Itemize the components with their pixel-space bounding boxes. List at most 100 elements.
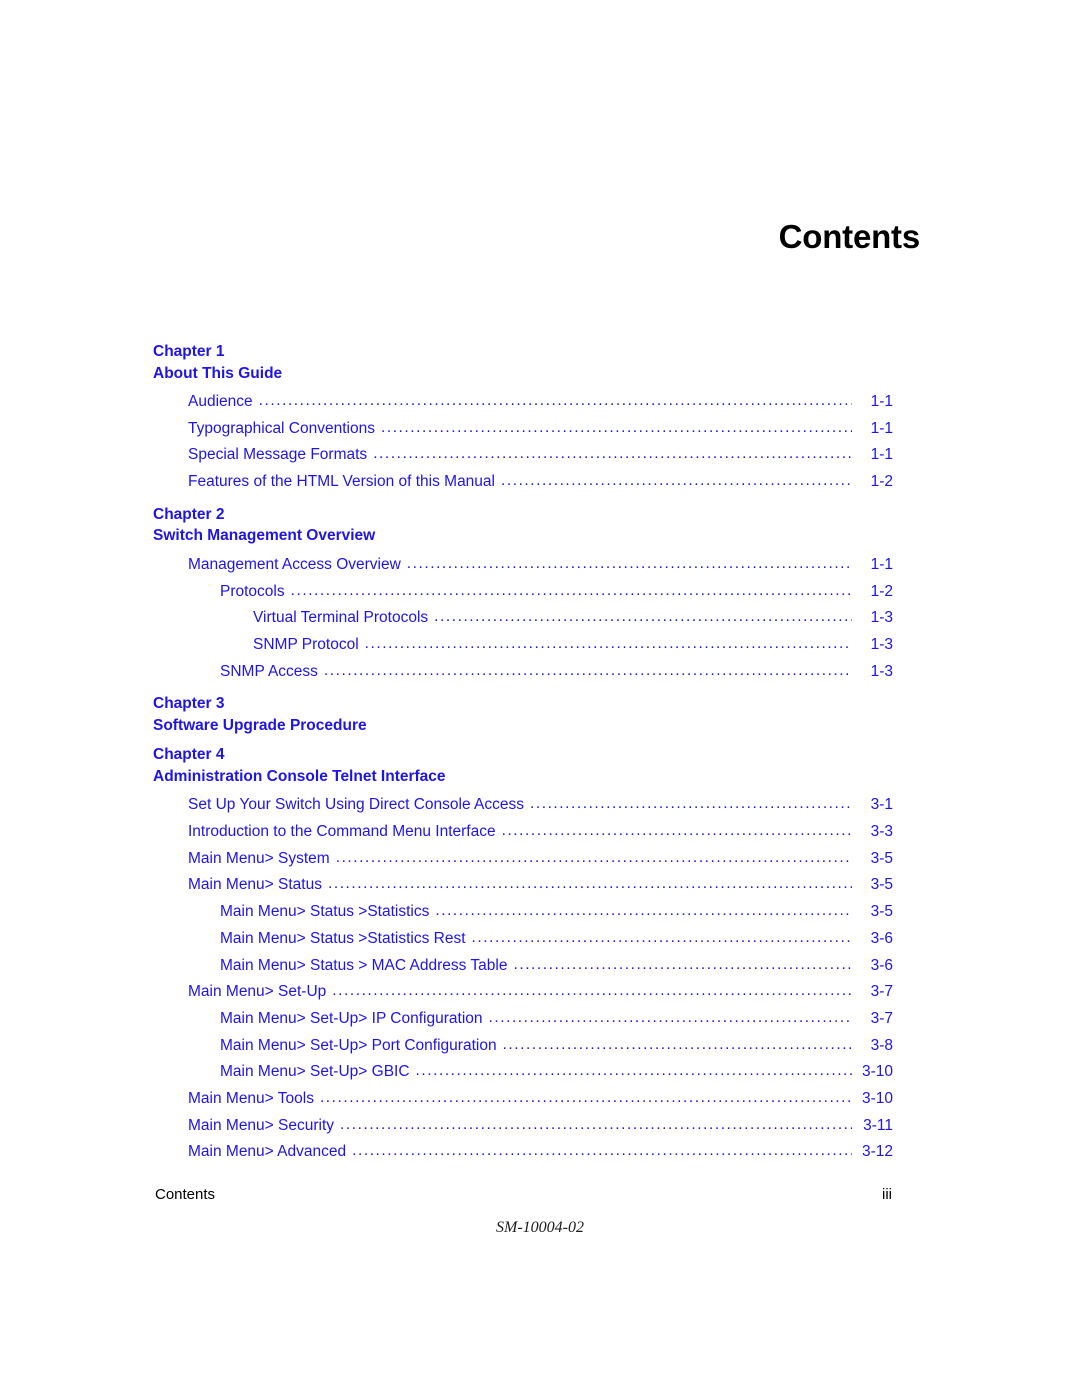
toc-entry[interactable]: Features of the HTML Version of this Man… bbox=[153, 469, 893, 496]
toc-entry-page-number: 1-3 bbox=[870, 662, 893, 680]
toc-entry-page-number: 3-1 bbox=[870, 796, 893, 814]
dot-leader: ........................................… bbox=[501, 472, 852, 490]
toc-entry-label: Special Message Formats bbox=[188, 446, 368, 464]
toc-entry-label: Protocols bbox=[220, 582, 285, 600]
toc-entry-page-number: 1-2 bbox=[870, 582, 893, 600]
toc-entry[interactable]: Special Message Formats.................… bbox=[153, 442, 893, 469]
toc-entry[interactable]: Virtual Terminal Protocols..............… bbox=[153, 605, 893, 632]
dot-leader: ........................................… bbox=[352, 1142, 852, 1160]
chapter-title-label: Software Upgrade Procedure bbox=[153, 716, 367, 734]
toc-entry-page-number: 3-5 bbox=[870, 903, 893, 921]
toc-entry-label: Main Menu> Tools bbox=[188, 1090, 314, 1108]
toc-entry[interactable]: Main Menu> Set-Up.......................… bbox=[153, 979, 893, 1006]
contents-page: Contents Chapter 1 About This Guide Audien… bbox=[0, 0, 1080, 1397]
toc-entry[interactable]: Main Menu> Status >Statistics Rest......… bbox=[153, 926, 893, 953]
toc-entry-label: Features of the HTML Version of this Man… bbox=[188, 473, 495, 491]
chapter-title-label: About This Guide bbox=[153, 364, 283, 382]
dot-leader: ........................................… bbox=[502, 1035, 852, 1053]
footer-page-number: iii bbox=[882, 1186, 892, 1203]
dot-leader: ........................................… bbox=[373, 445, 852, 463]
toc-entry-page-number: 3-6 bbox=[870, 956, 893, 974]
chapter-number-label: Chapter 2 bbox=[153, 505, 225, 523]
dot-leader: ........................................… bbox=[327, 875, 852, 893]
toc-entry[interactable]: Main Menu> Status > MAC Address Table...… bbox=[153, 953, 893, 980]
toc-entry-page-number: 3-5 bbox=[870, 876, 893, 894]
toc-entry-page-number: 3-11 bbox=[863, 1116, 893, 1134]
toc-entry-label: Main Menu> Set-Up> Port Configuration bbox=[220, 1036, 497, 1054]
dot-leader: ........................................… bbox=[530, 795, 852, 813]
toc-entry-label: Main Menu> Status bbox=[188, 876, 322, 894]
toc-entry-page-number: 1-1 bbox=[870, 446, 893, 464]
dot-leader: ........................................… bbox=[319, 1089, 852, 1107]
toc-entry[interactable]: Typographical Conventions...............… bbox=[153, 416, 893, 443]
toc-entry-label: Main Menu> Security bbox=[188, 1116, 335, 1134]
toc-entry[interactable]: Main Menu> Set-Up> Port Configuration...… bbox=[153, 1033, 893, 1060]
toc-entry[interactable]: SNMP Protocol...........................… bbox=[153, 632, 893, 659]
toc-entry-page-number: 3-6 bbox=[870, 929, 893, 947]
toc-entry-label: Main Menu> Set-Up> GBIC bbox=[220, 1063, 410, 1081]
toc-entry-page-number: 3-10 bbox=[861, 1063, 893, 1081]
toc-entry[interactable]: Main Menu> Tools........................… bbox=[153, 1086, 893, 1113]
chapter-number-label: Chapter 4 bbox=[153, 746, 225, 764]
page-title: Contents bbox=[778, 218, 921, 255]
toc-entry[interactable]: Protocols...............................… bbox=[153, 579, 893, 606]
toc-entry[interactable]: Main Menu> System.......................… bbox=[153, 846, 893, 873]
dot-leader: ........................................… bbox=[471, 928, 852, 946]
toc-entry-label: SNMP Protocol bbox=[253, 635, 359, 653]
toc-entry-label: Main Menu> System bbox=[188, 849, 330, 867]
toc-entry-page-number: 1-1 bbox=[870, 419, 893, 437]
toc-entry[interactable]: Main Menu> Set-Up> IP Configuration.....… bbox=[153, 1006, 893, 1033]
toc-entry-page-number: 1-1 bbox=[870, 555, 893, 573]
dot-leader: ........................................… bbox=[501, 822, 852, 840]
chapter-heading: Chapter 4 Administration Console Telnet I… bbox=[153, 744, 893, 787]
toc-entry-label: Management Access Overview bbox=[188, 555, 401, 573]
toc-entry-page-number: 1-3 bbox=[870, 609, 893, 627]
dot-leader: ........................................… bbox=[406, 554, 852, 572]
toc-entry-label: Typographical Conventions bbox=[188, 419, 375, 437]
toc-entry[interactable]: Main Menu> Set-Up> GBIC.................… bbox=[153, 1059, 893, 1086]
dot-leader: ........................................… bbox=[380, 418, 852, 436]
toc-entry[interactable]: Audience................................… bbox=[153, 389, 893, 416]
toc-entry-page-number: 3-7 bbox=[870, 1009, 893, 1027]
dot-leader: ........................................… bbox=[290, 581, 852, 599]
toc-entry-page-number: 1-1 bbox=[870, 393, 893, 410]
toc-entry[interactable]: Main Menu> Advanced.....................… bbox=[153, 1139, 893, 1166]
chapter-title-label: Switch Management Overview bbox=[153, 527, 376, 545]
chapter-heading: Chapter 1 About This Guide bbox=[153, 341, 893, 384]
toc-entry-page-number: 3-12 bbox=[861, 1143, 893, 1161]
chapter-heading: Chapter 2 Switch Management Overview bbox=[153, 504, 893, 547]
toc-entry-label: Main Menu> Status >Statistics bbox=[220, 903, 430, 921]
toc-entry[interactable]: SNMP Access.............................… bbox=[153, 659, 893, 686]
chapter-title-label: Administration Console Telnet Interface bbox=[153, 767, 446, 785]
chapter-heading: Chapter 3 Software Upgrade Procedure bbox=[153, 693, 893, 736]
dot-leader: ........................................… bbox=[488, 1008, 852, 1026]
footer-document-number: SM-10004-02 bbox=[496, 1219, 584, 1236]
toc-entry-page-number: 3-3 bbox=[870, 823, 893, 841]
toc-entry[interactable]: Set Up Your Switch Using Direct Console … bbox=[153, 792, 893, 819]
toc-entry[interactable]: Main Menu> Status >Statistics...........… bbox=[153, 899, 893, 926]
dot-leader: ........................................… bbox=[435, 902, 852, 920]
dot-leader: ........................................… bbox=[335, 848, 852, 866]
toc-entry-label: Main Menu> Status >Statistics Rest bbox=[220, 929, 466, 947]
chapter-number-label: Chapter 1 bbox=[153, 343, 225, 360]
dot-leader: ........................................… bbox=[434, 608, 852, 626]
toc-entry[interactable]: Management Access Overview..............… bbox=[153, 552, 893, 579]
chapter-number-label: Chapter 3 bbox=[153, 695, 225, 713]
toc-entry-page-number: 1-2 bbox=[870, 473, 893, 491]
dot-leader: ........................................… bbox=[258, 392, 852, 409]
toc-entry-label: Set Up Your Switch Using Direct Console … bbox=[188, 796, 524, 814]
dot-leader: ........................................… bbox=[332, 982, 852, 1000]
toc-entry-label: Virtual Terminal Protocols bbox=[253, 609, 429, 627]
toc-entry-page-number: 3-5 bbox=[870, 849, 893, 867]
toc-entry-label: Main Menu> Set-Up> IP Configuration bbox=[220, 1009, 483, 1027]
toc-entry-label: SNMP Access bbox=[220, 662, 318, 680]
dot-leader: ........................................… bbox=[323, 661, 852, 679]
dot-leader: ........................................… bbox=[513, 955, 852, 973]
footer-section-label: Contents bbox=[155, 1186, 216, 1203]
toc-entry[interactable]: Main Menu> Status.......................… bbox=[153, 872, 893, 899]
toc-entry-page-number: 1-3 bbox=[870, 635, 893, 653]
toc-entry-page-number: 3-8 bbox=[870, 1036, 893, 1054]
dot-leader: ........................................… bbox=[415, 1062, 852, 1080]
toc-entry[interactable]: Main Menu> Security.....................… bbox=[153, 1113, 893, 1140]
toc-entry[interactable]: Introduction to the Command Menu Interfa… bbox=[153, 819, 893, 846]
